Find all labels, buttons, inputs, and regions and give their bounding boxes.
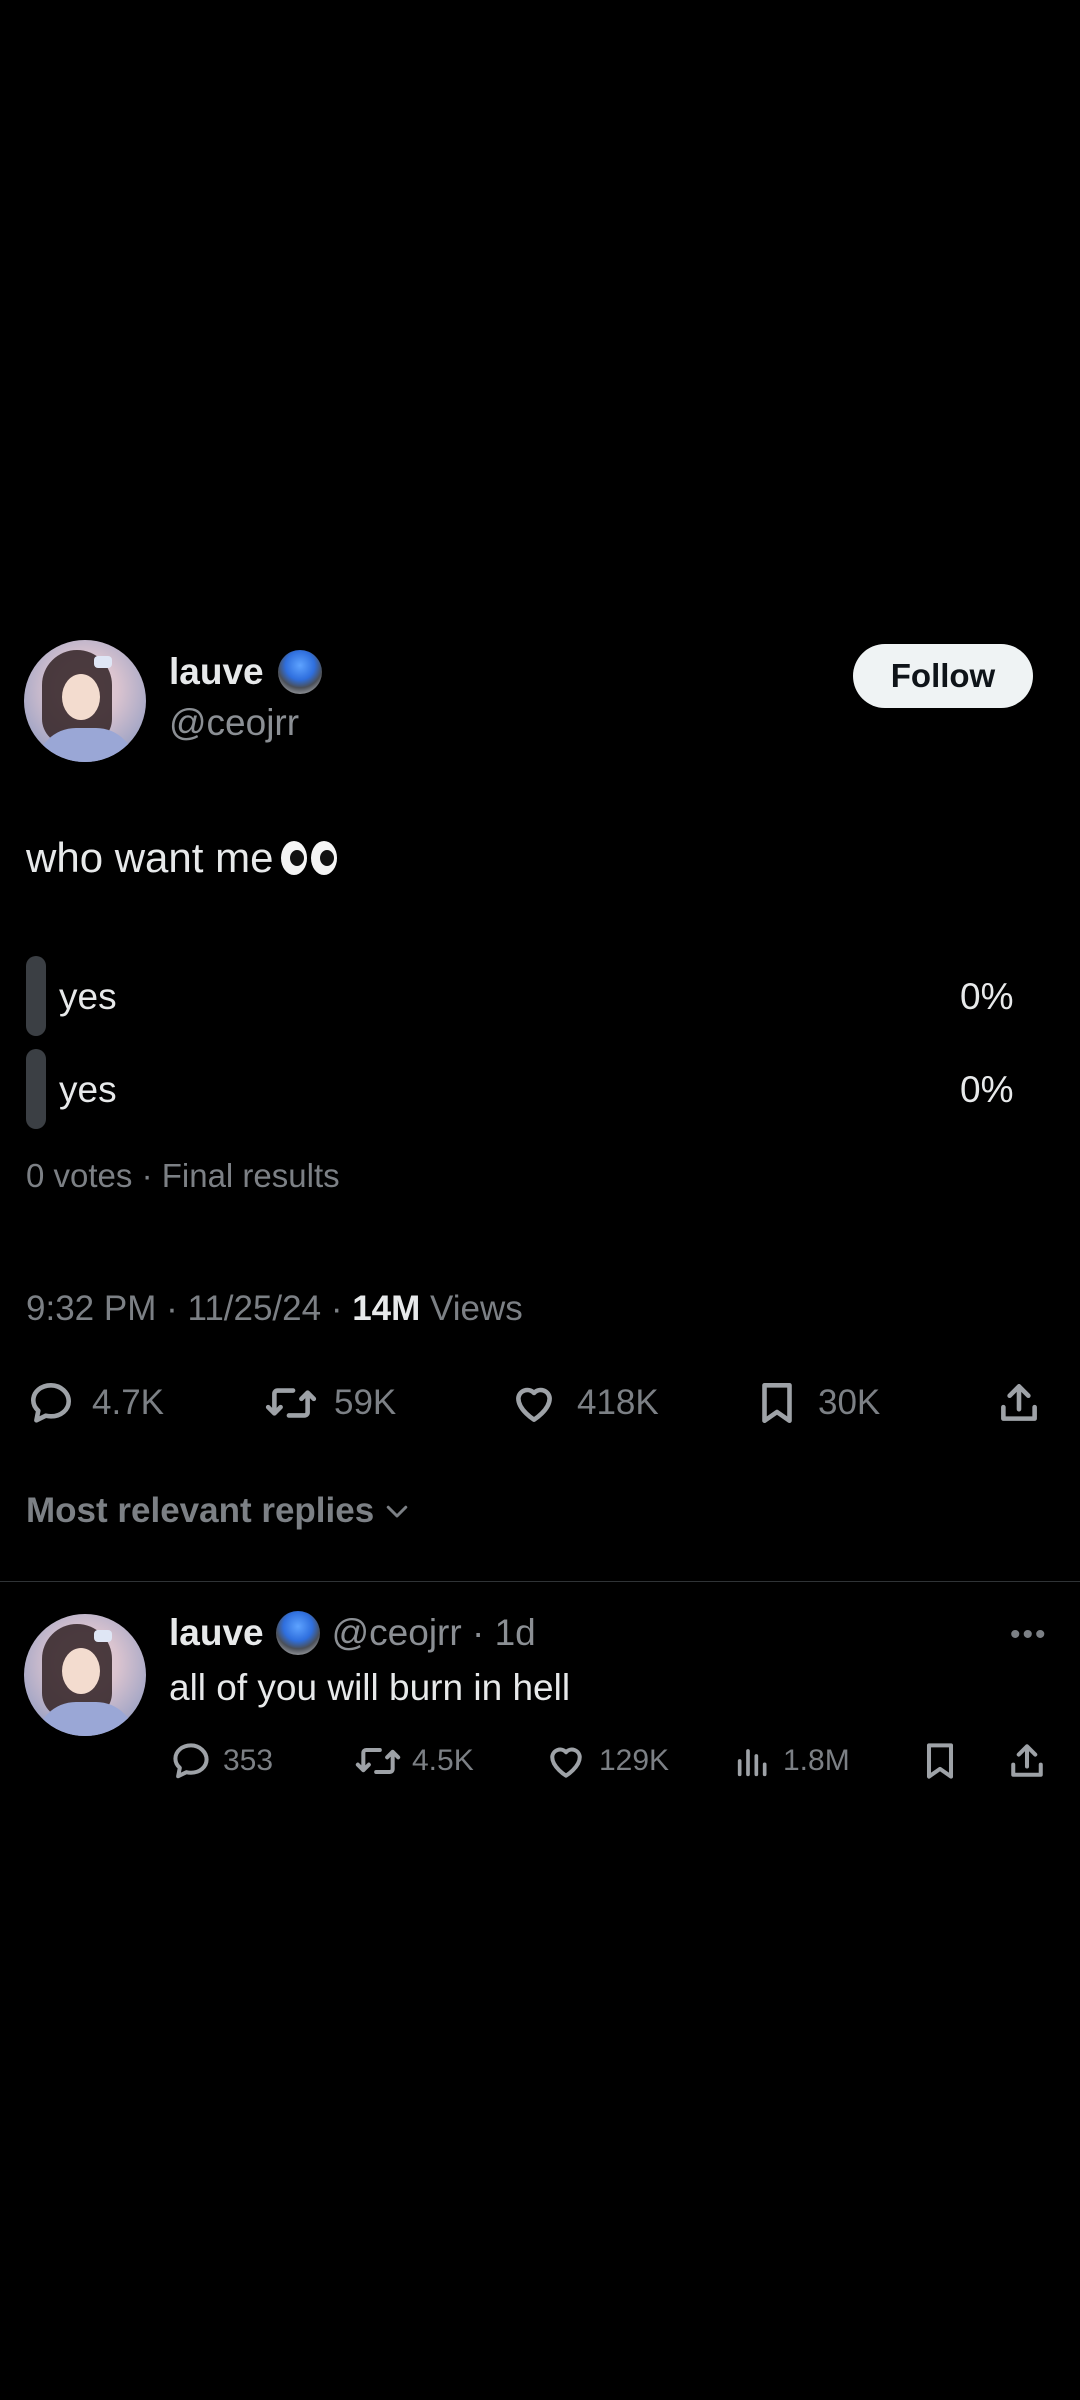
poll-summary: 0 votes · Final results xyxy=(26,1157,340,1194)
bookmark-icon xyxy=(762,1383,792,1423)
profile-badge-icon[interactable] xyxy=(275,1611,320,1655)
repost-icon xyxy=(355,1747,401,1775)
bookmark-icon xyxy=(926,1743,954,1779)
profile-badge-icon[interactable] xyxy=(277,650,322,694)
follow-button[interactable]: Follow xyxy=(853,644,1033,708)
reply-like-action[interactable]: 129K xyxy=(543,1739,669,1783)
share-icon xyxy=(1011,1744,1043,1777)
author-name-row: lauve xyxy=(169,650,322,694)
avatar-bow xyxy=(94,1630,112,1642)
heart-icon xyxy=(550,1747,582,1778)
share-icon xyxy=(1001,1384,1037,1421)
reply-reply-count: 353 xyxy=(223,1744,274,1777)
repost-count: 59K xyxy=(334,1383,397,1422)
poll-option-2-label[interactable]: yes xyxy=(59,1069,117,1111)
reply-views-action[interactable]: 1.8M xyxy=(733,1739,850,1783)
like-action[interactable]: 418K xyxy=(507,1378,659,1428)
reply-icon xyxy=(173,1743,209,1779)
repost-action[interactable]: 59K xyxy=(264,1378,396,1428)
chevron-down-icon xyxy=(386,1505,408,1518)
like-count: 418K xyxy=(577,1383,659,1422)
reply-action[interactable]: 4.7K xyxy=(26,1378,164,1428)
poll-option-1-label[interactable]: yes xyxy=(59,976,117,1018)
reply-display-name[interactable]: lauve xyxy=(169,1612,264,1654)
display-name[interactable]: lauve xyxy=(169,651,264,693)
repost-icon xyxy=(265,1388,317,1418)
reply-views-count: 1.8M xyxy=(783,1744,850,1777)
bookmark-count: 30K xyxy=(818,1383,881,1422)
reply-count: 4.7K xyxy=(92,1383,164,1422)
reply-bookmark-action[interactable] xyxy=(918,1739,962,1783)
reply-author-row: lauve @ceojrr · 1d xyxy=(169,1611,536,1655)
poll-option-2-bar xyxy=(26,1049,46,1129)
author-handle[interactable]: @ceojrr xyxy=(169,702,299,744)
avatar-bow xyxy=(94,656,112,668)
tweet-meta: 9:32 PM · 11/25/24 · 14M Views xyxy=(26,1289,523,1329)
tweet-text-row: who want me xyxy=(26,834,338,882)
heart-icon xyxy=(516,1387,552,1422)
replies-sort-label: Most relevant replies xyxy=(26,1491,375,1530)
eyes-emoji-icon xyxy=(281,841,338,875)
reply-share-action[interactable] xyxy=(1005,1739,1049,1783)
reply-icon xyxy=(30,1383,72,1423)
reply-handle-time[interactable]: @ceojrr · 1d xyxy=(332,1612,536,1654)
section-divider xyxy=(0,1581,1080,1582)
views-label: Views xyxy=(420,1289,523,1328)
author-avatar[interactable] xyxy=(24,640,146,762)
avatar-face xyxy=(62,674,100,720)
poll-option-1-percent: 0% xyxy=(960,976,1014,1017)
tweet-timestamp[interactable]: 9:32 PM · 11/25/24 · xyxy=(26,1289,352,1328)
tweet-text: who want me xyxy=(26,834,274,881)
poll-option-2-percent: 0% xyxy=(960,1069,1014,1110)
reply-repost-action[interactable]: 4.5K xyxy=(354,1739,474,1783)
reply-like-count: 129K xyxy=(599,1744,670,1777)
reply-reply-action[interactable]: 353 xyxy=(169,1739,273,1783)
reply-author-avatar[interactable] xyxy=(24,1614,146,1736)
views-count: 14M xyxy=(352,1289,421,1328)
more-options-icon[interactable]: ••• xyxy=(1010,1618,1048,1652)
views-chart-icon xyxy=(737,1749,767,1777)
reply-repost-count: 4.5K xyxy=(412,1744,474,1777)
poll-option-1-bar xyxy=(26,956,46,1036)
share-action[interactable] xyxy=(994,1378,1044,1428)
bookmark-action[interactable]: 30K xyxy=(752,1378,880,1428)
replies-sort-dropdown[interactable]: Most relevant replies xyxy=(26,1491,412,1531)
reply-text: all of you will burn in hell xyxy=(169,1667,571,1708)
avatar-face xyxy=(62,1648,100,1694)
